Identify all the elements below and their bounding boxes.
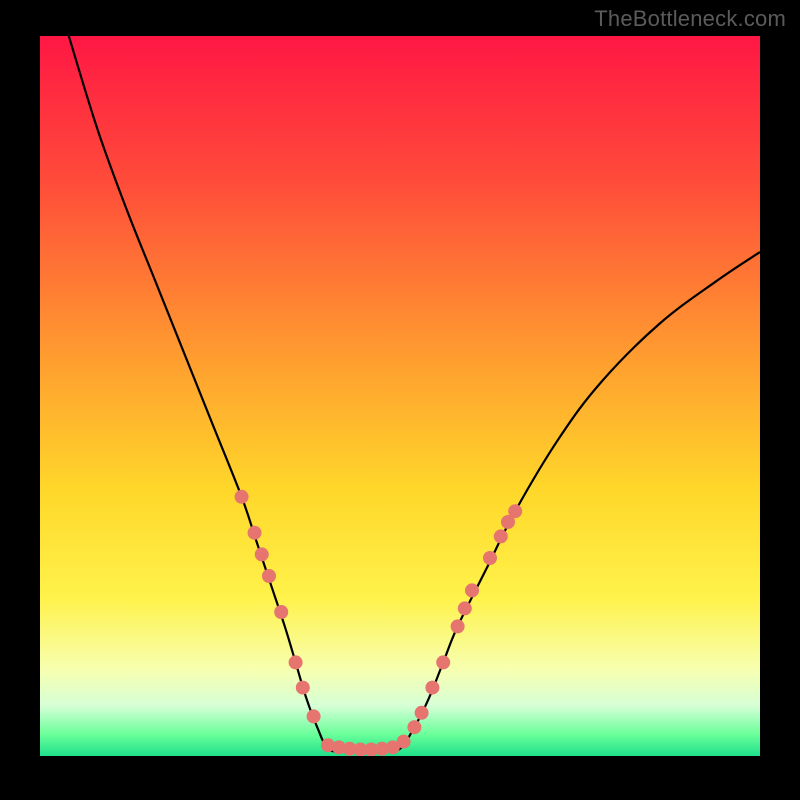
highlight-dot [248, 526, 262, 540]
highlight-dot [451, 619, 465, 633]
highlight-dot [425, 681, 439, 695]
highlight-dot [465, 583, 479, 597]
highlight-dot [483, 551, 497, 565]
marker-layer [40, 36, 760, 756]
highlight-dot [458, 601, 472, 615]
highlight-dot [296, 681, 310, 695]
highlight-dot [436, 655, 450, 669]
chart-root: TheBottleneck.com [0, 0, 800, 800]
highlight-dot [235, 490, 249, 504]
highlight-dot [397, 735, 411, 749]
plot-frame [40, 36, 760, 756]
highlight-dot [307, 709, 321, 723]
highlight-dot [255, 547, 269, 561]
highlight-dot [494, 529, 508, 543]
highlight-dot [415, 706, 429, 720]
watermark-text: TheBottleneck.com [594, 6, 786, 32]
highlight-dot [407, 720, 421, 734]
highlight-dot [274, 605, 288, 619]
plot-area [40, 36, 760, 756]
highlight-dot [289, 655, 303, 669]
highlight-dot [262, 569, 276, 583]
highlight-dot [508, 504, 522, 518]
